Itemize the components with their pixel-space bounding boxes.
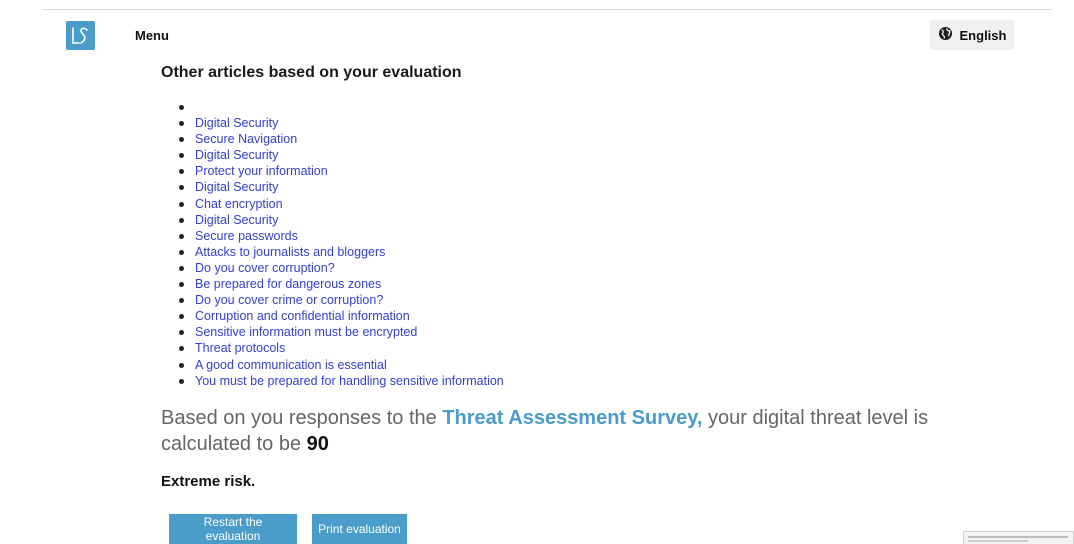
bullet-icon [179, 105, 184, 110]
article-link[interactable]: Digital Security [195, 116, 278, 130]
article-list-item: Protect your information [161, 163, 504, 179]
bullet-icon [179, 362, 184, 368]
article-list-item: Do you cover corruption? [161, 260, 504, 276]
article-link[interactable]: A good communication is essential [195, 358, 387, 372]
bullet-icon [179, 265, 184, 271]
menu-button[interactable]: Menu [135, 28, 169, 43]
print-evaluation-button[interactable]: Print evaluation [312, 514, 407, 544]
bullet-icon [179, 282, 184, 288]
corner-widget[interactable] [963, 531, 1074, 544]
threat-survey-link[interactable]: Threat Assessment Survey, [442, 407, 702, 429]
article-link[interactable]: Sensitive information must be encrypted [195, 325, 417, 339]
bullet-icon [179, 233, 184, 239]
article-list-item: Secure Navigation [161, 131, 504, 147]
threat-summary: Based on you responses to the Threat Ass… [161, 405, 951, 457]
bullet-icon [179, 137, 184, 143]
bullet-icon [179, 217, 184, 223]
articles-list: Digital Security Secure Navigation Digital… [161, 99, 504, 389]
article-list-item: Threat protocols [161, 340, 504, 356]
page: Menu English Other articles based on you… [0, 0, 1074, 544]
article-list-item: Chat encryption [161, 196, 504, 212]
summary-text-before: Based on you responses to the [161, 407, 443, 429]
article-link[interactable]: Corruption and confidential information [195, 309, 410, 323]
bullet-icon [179, 169, 184, 175]
article-link[interactable]: Secure Navigation [195, 132, 297, 146]
bullet-icon [179, 249, 184, 255]
article-link[interactable]: Be prepared for dangerous zones [195, 277, 381, 291]
article-list-item: Digital Security [161, 179, 504, 195]
risk-level: Extreme risk. [161, 473, 256, 490]
bullet-icon [179, 153, 184, 159]
article-list-item: Be prepared for dangerous zones [161, 276, 504, 292]
corner-widget-bar [968, 536, 1068, 538]
article-list-item [161, 99, 504, 115]
articles-title: Other articles based on your evaluation [161, 64, 462, 81]
article-link[interactable]: Do you cover crime or corruption? [195, 293, 383, 307]
restart-evaluation-button[interactable]: Restart the evaluation [169, 514, 297, 544]
article-link[interactable]: Threat protocols [195, 341, 285, 355]
bullet-icon [179, 201, 184, 207]
article-list-item: Do you cover crime or corruption? [161, 292, 504, 308]
article-list-item: Digital Security [161, 115, 504, 131]
article-link[interactable]: Chat encryption [195, 197, 283, 211]
bullet-icon [179, 298, 184, 304]
language-label: English [959, 27, 1007, 43]
article-link[interactable]: Do you cover corruption? [195, 261, 335, 275]
language-selector[interactable]: English [930, 20, 1014, 50]
threat-score: 90 [306, 433, 329, 455]
bullet-icon [179, 314, 184, 320]
article-link[interactable]: You must be prepared for handling sensit… [195, 374, 504, 388]
article-list-item: Digital Security [161, 147, 504, 163]
corner-widget-bar-secondary [968, 540, 1028, 542]
bullet-icon [179, 346, 184, 352]
article-list-item: Digital Security [161, 212, 504, 228]
header-divider [42, 9, 1052, 10]
article-link[interactable]: Protect your information [195, 164, 328, 178]
globe-icon [938, 26, 953, 44]
article-list-item: You must be prepared for handling sensit… [161, 373, 504, 389]
article-list-item: Sensitive information must be encrypted [161, 324, 504, 340]
article-link[interactable]: Secure passwords [195, 229, 298, 243]
article-link[interactable]: Digital Security [195, 148, 278, 162]
ls-logo-icon[interactable] [66, 21, 95, 50]
article-list-item: Attacks to journalists and bloggers [161, 244, 504, 260]
article-list-item: Secure passwords [161, 228, 504, 244]
article-link[interactable]: Attacks to journalists and bloggers [195, 245, 385, 259]
article-link[interactable]: Digital Security [195, 213, 278, 227]
bullet-icon [179, 378, 184, 384]
bullet-icon [179, 121, 184, 127]
bullet-icon [179, 330, 184, 336]
article-list-item: A good communication is essential [161, 357, 504, 373]
article-link[interactable]: Digital Security [195, 180, 278, 194]
article-list-item: Corruption and confidential information [161, 308, 504, 324]
bullet-icon [179, 185, 184, 191]
